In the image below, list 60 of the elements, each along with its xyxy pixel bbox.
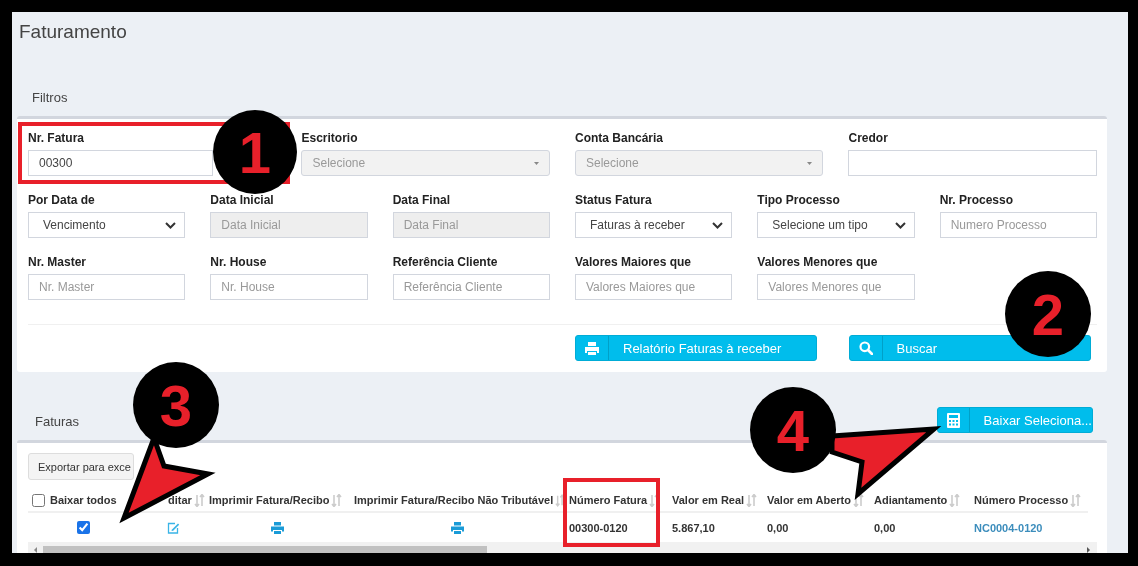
dropdown[interactable]: Vencimento [28, 212, 186, 238]
search-icon [858, 341, 873, 355]
field-label: Tipo Processo [757, 193, 841, 207]
input-field[interactable]: Numero Processo [939, 212, 1097, 238]
field-label: Nr. House [210, 255, 268, 269]
chevron-down-icon [712, 221, 724, 229]
column-header: Valor em Aberto [767, 494, 851, 506]
field-label: Data Inicial [210, 193, 275, 207]
dropdown[interactable]: Faturas à receber [575, 212, 733, 238]
chevron-down-icon [894, 221, 906, 229]
field-label: Status Fatura [575, 193, 653, 207]
input-field[interactable]: 00300 [28, 150, 213, 176]
input-field[interactable] [848, 150, 1097, 176]
number-badge: 4 [750, 387, 836, 473]
caret-icon [807, 161, 813, 165]
input-field[interactable]: Nr. Master [28, 274, 186, 300]
field-label: Escritorio [301, 131, 359, 145]
dropdown[interactable]: Selecione um tipo [757, 212, 915, 238]
table-cell: 0,00 [874, 521, 896, 534]
edit-icon[interactable] [167, 522, 180, 535]
table-cell: 5.867,10 [672, 521, 715, 534]
page-title: Faturamento [18, 20, 128, 44]
field-label: Nr. Master [28, 255, 88, 269]
field-label: Por Data de [28, 193, 96, 207]
settle-selected-button[interactable]: Baixar Seleciona... [937, 407, 1093, 433]
column-header: Adiantamento [874, 494, 948, 506]
input-field[interactable]: Nr. House [210, 274, 368, 300]
field-label: Data Final [392, 193, 451, 207]
section-title: Faturas [35, 414, 80, 430]
select-all-checkbox[interactable] [32, 493, 45, 507]
input-field[interactable]: Referência Cliente [392, 274, 550, 300]
column-header: Número Fatura [569, 494, 648, 506]
printer-icon[interactable] [451, 522, 464, 535]
input-field[interactable]: Valores Menores que [757, 274, 915, 300]
column-header: ditar [168, 494, 192, 506]
field-label: Valores Menores que [757, 255, 879, 269]
row-checkbox[interactable] [77, 521, 90, 535]
section-title: Filtros [32, 90, 68, 106]
field-label: Nr. Fatura [28, 131, 85, 145]
calculator-icon [946, 412, 960, 428]
export-button[interactable]: Exportar para exce [28, 453, 134, 480]
printer-icon[interactable] [271, 522, 284, 535]
caret-icon [534, 161, 539, 165]
field-label: Nr. Processo [939, 193, 1015, 207]
field-label: Valores Maiores que [575, 255, 693, 269]
process-link[interactable]: NC0004-0120 [974, 521, 1043, 534]
column-header: Número Processo [974, 494, 1069, 506]
input-field[interactable]: Valores Maiores que [575, 274, 733, 300]
column-header: Baixar todos [50, 494, 117, 506]
printer-icon [585, 341, 599, 355]
field-label: Credor [848, 131, 889, 145]
table-cell: 0,00 [767, 521, 789, 534]
column-header: Imprimir Fatura/Recibo Não Tributável [354, 494, 554, 506]
field-label: Referência Cliente [392, 255, 499, 269]
chevron-down-icon [165, 221, 177, 229]
table-cell: 00300-0120 [569, 521, 628, 534]
field-label: Conta Bancária [575, 131, 664, 145]
column-header: Imprimir Fatura/Recibo [209, 494, 330, 506]
report-button[interactable]: Relatório Faturas à receber [575, 335, 817, 361]
column-header: Valor em Real [672, 494, 745, 506]
